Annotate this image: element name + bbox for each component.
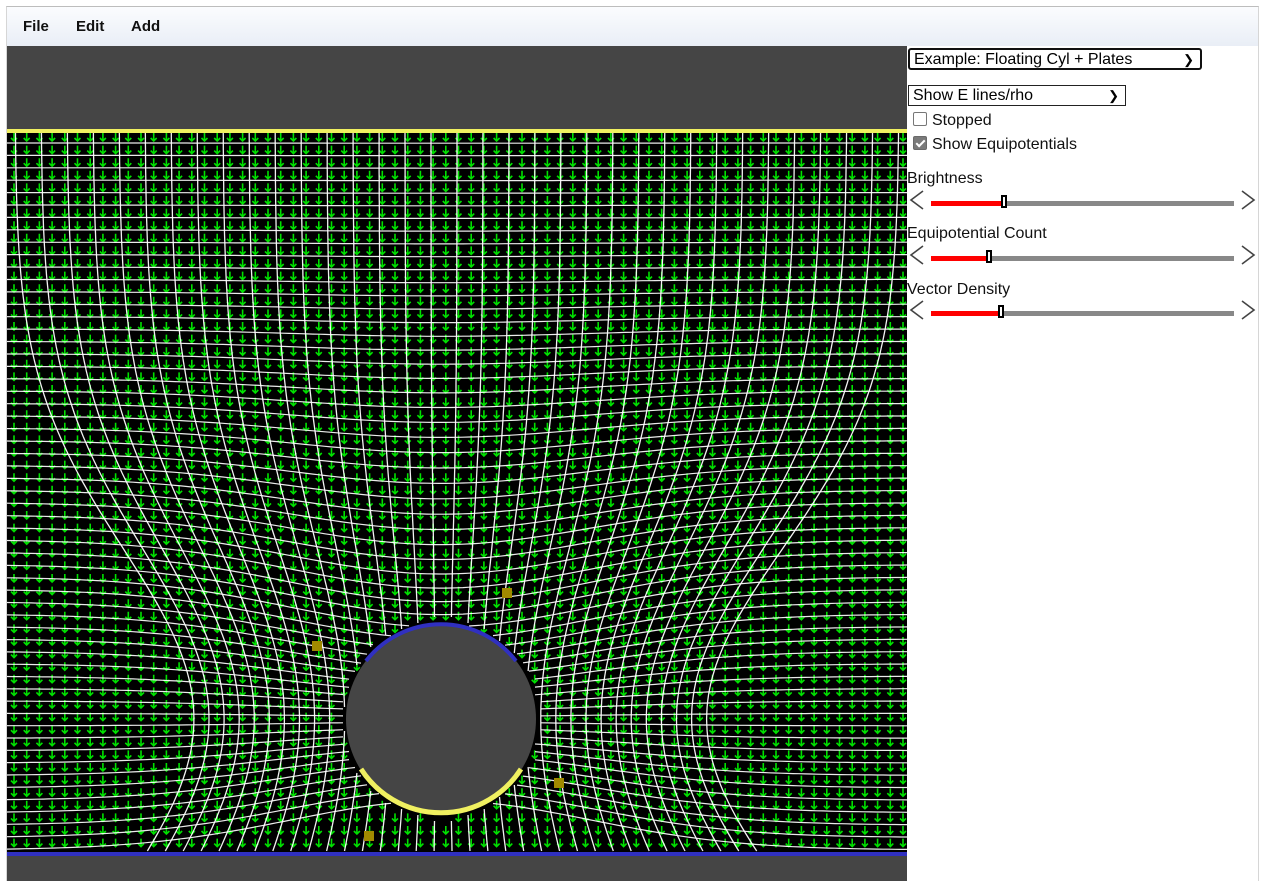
vector-density-slider-fill (931, 311, 1001, 316)
chevron-left-icon[interactable] (908, 299, 926, 321)
equipotential-count-slider-fill (931, 256, 989, 261)
equipotential-count-slider-thumb[interactable] (986, 250, 992, 263)
example-select-value: Example: Floating Cyl + Plates (914, 51, 1133, 68)
menu-add[interactable]: Add (131, 18, 160, 35)
stopped-label: Stopped (932, 112, 992, 129)
vector-density-slider[interactable] (931, 305, 1234, 318)
equipotential-count-slider[interactable] (931, 250, 1234, 263)
menu-bar: File Edit Add (7, 7, 1258, 46)
chevron-down-icon: ❯ (1183, 52, 1194, 67)
chevron-right-icon[interactable] (1239, 244, 1257, 266)
vector-density-slider-thumb[interactable] (998, 305, 1004, 318)
brightness-label: Brightness (907, 170, 983, 187)
chevron-right-icon[interactable] (1239, 299, 1257, 321)
chevron-right-icon[interactable] (1239, 189, 1257, 211)
menu-file[interactable]: File (23, 18, 49, 35)
show-equipotentials-label: Show Equipotentials (932, 136, 1077, 153)
chevron-down-icon: ❯ (1108, 88, 1119, 103)
show-equipotentials-checkbox[interactable] (913, 136, 927, 150)
brightness-slider-fill (931, 201, 1004, 206)
bottom-boundary (7, 854, 907, 881)
example-select[interactable]: Example: Floating Cyl + Plates ❯ (908, 48, 1202, 70)
display-mode-select[interactable]: Show E lines/rho ❯ (908, 85, 1126, 106)
display-mode-value: Show E lines/rho (913, 87, 1034, 104)
chevron-left-icon[interactable] (908, 189, 926, 211)
vector-density-label: Vector Density (907, 281, 1011, 298)
simulation-canvas[interactable] (7, 46, 907, 881)
chevron-left-icon[interactable] (908, 244, 926, 266)
charge-marker (312, 641, 322, 651)
app-window: File Edit Add Example: Floating Cyl + Pl… (6, 6, 1259, 881)
charge-marker (502, 588, 512, 598)
top-plate (7, 129, 907, 133)
charge-marker (554, 778, 564, 788)
control-panel: Example: Floating Cyl + Plates ❯ Show E … (907, 46, 1258, 881)
brightness-slider[interactable] (931, 195, 1234, 208)
equipotential-count-label: Equipotential Count (907, 225, 1047, 242)
top-boundary (7, 46, 907, 131)
bottom-plate (7, 852, 907, 856)
stopped-checkbox[interactable] (913, 112, 927, 126)
menu-edit[interactable]: Edit (76, 18, 104, 35)
charge-marker (364, 831, 374, 841)
brightness-slider-thumb[interactable] (1001, 195, 1007, 208)
